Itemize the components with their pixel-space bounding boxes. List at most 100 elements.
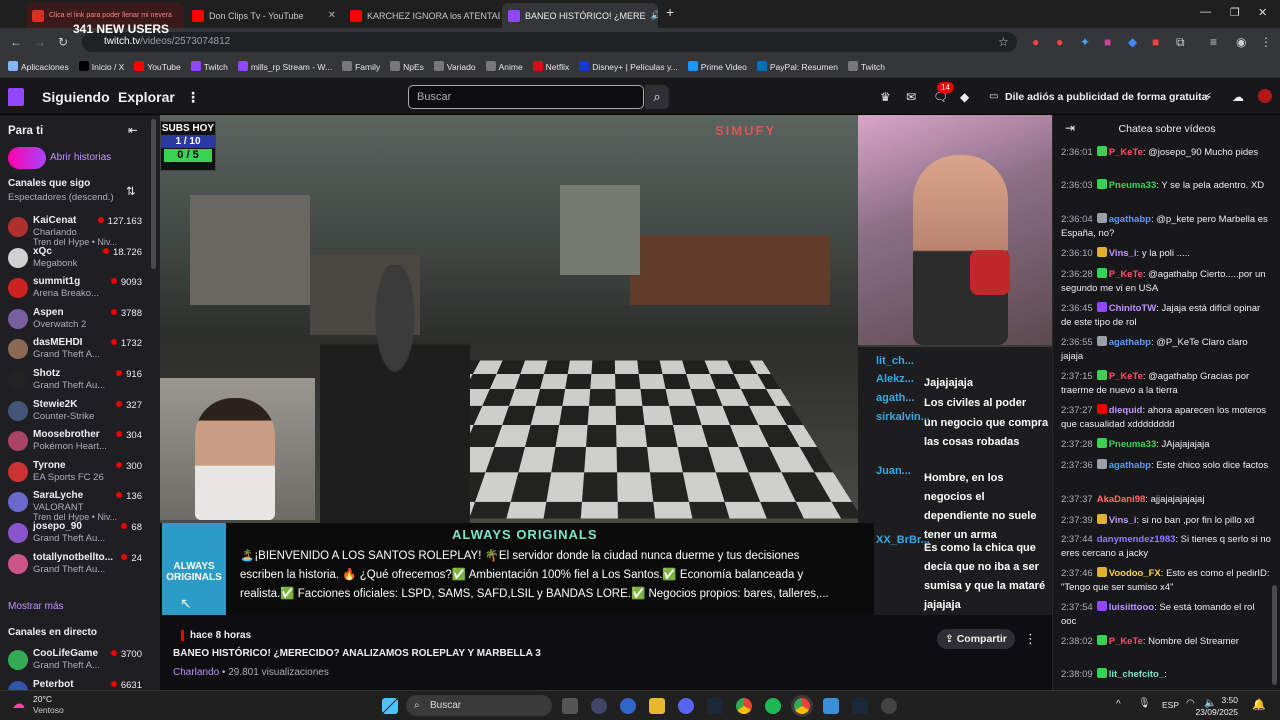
bookmark-item[interactable]: PayPal: Resumen [756, 61, 838, 72]
extension-icon[interactable]: ● [1056, 35, 1063, 49]
chat-message[interactable]: 2:36:28 P_KeTe: @agathabp Cierto.....por … [1061, 268, 1271, 296]
chat-username[interactable]: P_KeTe [1109, 371, 1143, 382]
twitch-logo-icon[interactable] [8, 88, 24, 106]
prime-icon[interactable]: ⚡ [1204, 90, 1212, 104]
chat-message[interactable]: 2:37:27 diequid: ahora aparecen los moter… [1061, 404, 1271, 432]
chat-username[interactable]: Vins_i [1109, 515, 1137, 526]
chat-username[interactable]: agathabp [1109, 214, 1151, 225]
chat-message[interactable]: 2:38:02 P_KeTe: Nombre del Streamer [1061, 635, 1271, 649]
profile-icon[interactable]: ◉ [1236, 35, 1246, 49]
chrome-menu-icon[interactable]: ⋮ [1260, 35, 1272, 49]
adfree-button[interactable]: Dile adiós a publicidad de forma gratuit… [1005, 91, 1207, 103]
extensions-puzzle-icon[interactable]: ⧉ [1176, 35, 1185, 50]
sidebar-channel[interactable]: dasMEHDI Grand Theft A... 1732 [0, 335, 150, 365]
chat-message[interactable]: 2:37:36 agathabp: Este chico solo dice fa… [1061, 459, 1271, 473]
browser-tab-3[interactable]: KARCHEZ IGNORA los ATENTAD ✕ [344, 3, 500, 28]
sidebar-channel[interactable]: Stewie2K Counter-Strike 327 [0, 397, 150, 427]
extension-icon[interactable]: ● [1032, 35, 1039, 49]
bookmark-item[interactable]: Disney+ | Películas y... [579, 61, 678, 72]
bookmark-item[interactable]: Variado [433, 61, 476, 72]
chat-message[interactable]: 2:36:04 agathabp: @p_kete pero Marbella e… [1061, 213, 1271, 241]
chat-message[interactable]: 2:36:10 Vins_i: y la poli ..... [1061, 247, 1271, 261]
app-icon[interactable] [620, 698, 636, 714]
chat-username[interactable]: agathabp [1109, 337, 1151, 348]
chat-scrollbar[interactable] [1272, 585, 1277, 685]
chat-username[interactable]: danymendez1983 [1097, 534, 1176, 545]
chrome-icon[interactable] [736, 698, 752, 714]
minimize-icon[interactable]: — [1200, 6, 1211, 18]
bookmark-item[interactable]: NpEs [390, 61, 424, 72]
chat-message[interactable]: 2:38:09 lit_chefcito_: [1061, 668, 1271, 682]
chat-message[interactable]: 2:37:54 luisiittooo: Se está tomando el r… [1061, 601, 1271, 629]
category-link[interactable]: Charlando [173, 667, 219, 678]
sidebar-channel[interactable]: summit1g Arena Breako... 9093 [0, 274, 150, 304]
chat-message[interactable]: 2:36:01 P_KeTe: @josepo_90 Mucho pides [1061, 146, 1271, 160]
reading-list-icon[interactable]: ≡ [1210, 35, 1217, 49]
tray-chevron-icon[interactable]: ^ [1116, 699, 1121, 710]
sort-icon[interactable]: ⇅ [126, 184, 136, 198]
bits-icon[interactable]: ◆ [960, 90, 969, 104]
share-button[interactable]: ⇪ Compartir [937, 629, 1015, 649]
stories-avatars[interactable] [8, 147, 46, 169]
sidebar-channel[interactable]: Moosebrother Pokémon Heart... 304 [0, 427, 150, 457]
chat-username[interactable]: Pneuma33 [1109, 439, 1157, 450]
sidebar-channel[interactable]: CooLifeGame Grand Theft A... 3700 [0, 646, 150, 676]
notepad-icon[interactable] [823, 698, 839, 714]
browser-tab-active[interactable]: BANEO HISTÓRICO! ¿MERE 🔊 ✕ [502, 3, 658, 28]
sidebar-channel[interactable]: totallynotbellto... Grand Theft Au... 24 [0, 550, 150, 580]
bookmark-item[interactable]: Twitch [190, 61, 228, 72]
chat-message[interactable]: 2:36:55 agathabp: @P_KeTe Claro claro jaj… [1061, 336, 1271, 364]
reload-icon[interactable]: ↻ [58, 35, 68, 49]
bookmark-item[interactable]: Netflix [532, 61, 569, 72]
close-tab-icon[interactable]: ✕ [328, 10, 336, 21]
show-more-link[interactable]: Mostrar más [8, 601, 64, 612]
extension-icon[interactable]: ✦ [1080, 35, 1090, 49]
collapse-sidebar-icon[interactable]: ⇤ [128, 123, 138, 137]
bookmark-item[interactable]: mills_rp Stream - W... [237, 61, 332, 72]
app-icon[interactable] [881, 698, 897, 714]
chat-message[interactable]: 2:37:44 danymendez1983: Si tienes q serlo… [1061, 533, 1271, 561]
bookmark-item[interactable]: Inicio / X [78, 61, 124, 72]
new-tab-icon[interactable]: + [666, 4, 674, 20]
chat-username[interactable]: Pneuma33 [1109, 180, 1157, 191]
open-stories-link[interactable]: Abrir historias [50, 152, 111, 163]
back-icon[interactable]: ← [10, 35, 22, 49]
more-options-icon[interactable]: ⋮ [186, 89, 200, 106]
sidebar-channel[interactable]: SaraLyche VALORANT 136 Tren del Hype • Niv.… [0, 488, 150, 522]
windows-start-icon[interactable] [382, 698, 398, 714]
chat-username[interactable]: luisiittooo [1109, 602, 1154, 613]
chat-username[interactable]: Voodoo_FX [1109, 568, 1161, 579]
steam-icon[interactable] [852, 698, 868, 714]
bookmark-item[interactable]: Aplicaciones [8, 61, 69, 72]
spotify-icon[interactable] [765, 698, 781, 714]
chat-message[interactable]: 2:37:46 Voodoo_FX: Esto es como el pedirI… [1061, 567, 1271, 595]
sidebar-channel[interactable]: Shotz Grand Theft Au... 916 [0, 366, 150, 396]
wifi-icon[interactable]: ◠ [1186, 698, 1195, 709]
close-window-icon[interactable]: ✕ [1258, 6, 1267, 19]
steam-icon[interactable] [707, 698, 723, 714]
cloud-icon[interactable]: ☁ [1232, 90, 1244, 104]
sidebar-channel[interactable]: KaiCenat Charlando 127.163 Tren del Hype • … [0, 213, 150, 247]
nav-browse[interactable]: Explorar [118, 89, 175, 105]
chat-message[interactable]: 2:36:03 Pneuma33: Y se la pela adentro. X… [1061, 179, 1271, 193]
bookmark-item[interactable]: Prime Video [687, 61, 747, 72]
extension-icon[interactable]: ◆ [1128, 35, 1137, 49]
chat-message[interactable]: 2:37:37 AkaDani98: ajjajajajajajaj [1061, 493, 1271, 507]
task-view-icon[interactable] [562, 698, 578, 714]
chat-username[interactable]: P_KeTe [1109, 269, 1143, 280]
maximize-icon[interactable]: ❐ [1230, 6, 1240, 19]
chrome-active-icon[interactable] [794, 698, 810, 714]
bookmark-item[interactable]: Family [342, 61, 380, 72]
bookmark-item[interactable]: Anime [485, 61, 523, 72]
chat-message[interactable]: 2:36:45 ChinitoTW: Jajaja está difícil op… [1061, 302, 1271, 330]
sidebar-channel[interactable]: josepo_90 Grand Theft Au... 68 [0, 519, 150, 549]
bookmark-star-icon[interactable]: ☆ [998, 35, 1009, 49]
discord-icon[interactable] [678, 698, 694, 714]
crown-icon[interactable]: ♛ [880, 90, 891, 104]
chat-username[interactable]: P_KeTe [1109, 147, 1143, 158]
extension-icon[interactable]: ■ [1104, 35, 1111, 49]
forward-icon[interactable]: → [34, 35, 46, 49]
avatar[interactable] [1258, 89, 1272, 103]
clock[interactable]: 3:50 23/09/2025 [1195, 694, 1238, 718]
extension-icon[interactable]: ■ [1152, 35, 1159, 49]
